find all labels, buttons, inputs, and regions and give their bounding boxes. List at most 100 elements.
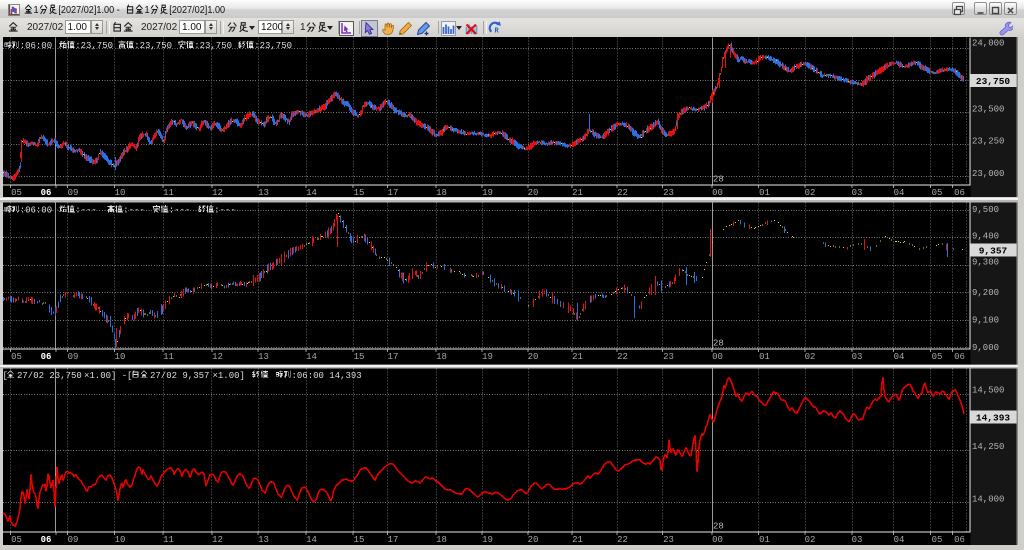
svg-text:28: 28 xyxy=(713,175,724,185)
svg-text:09: 09 xyxy=(68,352,79,362)
svg-text:12: 12 xyxy=(212,188,223,198)
svg-text:21: 21 xyxy=(572,352,583,362)
svg-text:22: 22 xyxy=(617,352,628,362)
svg-text:15: 15 xyxy=(354,352,365,362)
svg-text:23,750: 23,750 xyxy=(976,76,1011,87)
svg-text:14: 14 xyxy=(306,352,317,362)
svg-text:27/02 9,357: 27/02 9,357 xyxy=(150,371,209,381)
svg-text:20: 20 xyxy=(528,535,539,545)
svg-text:00: 00 xyxy=(712,352,723,362)
svg-text:14,000: 14,000 xyxy=(972,495,1004,505)
svg-text:9,300: 9,300 xyxy=(972,258,999,268)
svg-text:02: 02 xyxy=(805,535,816,545)
svg-text:13: 13 xyxy=(258,352,269,362)
svg-text:28: 28 xyxy=(713,522,724,532)
svg-text:17: 17 xyxy=(388,188,399,198)
svg-text::---: :--- xyxy=(214,206,236,216)
svg-text:06: 06 xyxy=(954,535,965,545)
svg-text:15: 15 xyxy=(354,535,365,545)
svg-text:20: 20 xyxy=(528,352,539,362)
svg-text:13: 13 xyxy=(258,188,269,198)
svg-text:[: [ xyxy=(127,371,132,381)
svg-text::23,750: :23,750 xyxy=(254,41,292,51)
svg-text:15: 15 xyxy=(354,188,365,198)
svg-text:06: 06 xyxy=(41,352,52,362)
svg-text:14: 14 xyxy=(306,188,317,198)
svg-text:05: 05 xyxy=(11,188,22,198)
svg-text:00: 00 xyxy=(712,188,723,198)
svg-text:06: 06 xyxy=(954,188,965,198)
svg-text::06:00 14,393: :06:00 14,393 xyxy=(292,371,362,381)
svg-text:03: 03 xyxy=(852,352,863,362)
svg-text:18: 18 xyxy=(436,188,447,198)
svg-text::23,750: :23,750 xyxy=(75,41,113,51)
svg-text:01: 01 xyxy=(759,535,770,545)
svg-text:14: 14 xyxy=(306,535,317,545)
svg-text:09: 09 xyxy=(68,188,79,198)
svg-text:20: 20 xyxy=(528,188,539,198)
svg-text:19: 19 xyxy=(482,188,493,198)
svg-text:11: 11 xyxy=(163,535,174,545)
svg-text:17: 17 xyxy=(388,535,399,545)
svg-text:10: 10 xyxy=(115,352,126,362)
svg-text::---: :--- xyxy=(75,206,97,216)
svg-text:21: 21 xyxy=(572,535,583,545)
svg-text:05: 05 xyxy=(11,352,22,362)
svg-text:05: 05 xyxy=(932,188,943,198)
svg-text::---: :--- xyxy=(169,206,191,216)
svg-text:04: 04 xyxy=(894,535,905,545)
svg-text:12: 12 xyxy=(212,535,223,545)
svg-text:×1.00]: ×1.00] xyxy=(213,371,245,381)
svg-text:05: 05 xyxy=(11,535,22,545)
svg-text:×1.00] -: ×1.00] - xyxy=(84,371,127,381)
svg-text:17: 17 xyxy=(388,352,399,362)
svg-text:11: 11 xyxy=(163,352,174,362)
svg-text:24,000: 24,000 xyxy=(972,39,1004,49)
svg-text::06:00: :06:00 xyxy=(20,206,52,216)
svg-text:23: 23 xyxy=(663,535,674,545)
svg-text:09: 09 xyxy=(68,535,79,545)
svg-text:9,000: 9,000 xyxy=(972,343,999,353)
svg-text:19: 19 xyxy=(482,352,493,362)
svg-text:9,200: 9,200 xyxy=(972,288,999,298)
svg-text:06: 06 xyxy=(41,535,52,545)
svg-text:04: 04 xyxy=(894,352,905,362)
svg-text:23,000: 23,000 xyxy=(972,169,1004,179)
svg-text:27/02 23,750: 27/02 23,750 xyxy=(17,371,82,381)
svg-text:12: 12 xyxy=(212,352,223,362)
svg-text:21: 21 xyxy=(572,188,583,198)
svg-text:22: 22 xyxy=(617,535,628,545)
svg-text:06: 06 xyxy=(41,188,52,198)
svg-text:02: 02 xyxy=(805,352,816,362)
svg-text:22: 22 xyxy=(617,188,628,198)
svg-text:23,500: 23,500 xyxy=(972,105,1004,115)
svg-text:9,100: 9,100 xyxy=(972,316,999,326)
svg-text:9,500: 9,500 xyxy=(972,205,999,215)
svg-text:05: 05 xyxy=(932,352,943,362)
svg-text:23,250: 23,250 xyxy=(972,137,1004,147)
svg-text:23: 23 xyxy=(663,352,674,362)
svg-text:00: 00 xyxy=(712,535,723,545)
svg-text:9,400: 9,400 xyxy=(972,232,999,242)
svg-text::---: :--- xyxy=(123,206,145,216)
svg-text:04: 04 xyxy=(894,188,905,198)
svg-text:18: 18 xyxy=(436,352,447,362)
svg-text:01: 01 xyxy=(759,352,770,362)
svg-text:14,500: 14,500 xyxy=(972,386,1004,396)
svg-text:14,250: 14,250 xyxy=(972,442,1004,452)
svg-text:28: 28 xyxy=(713,339,724,349)
svg-text:05: 05 xyxy=(932,535,943,545)
svg-text:01: 01 xyxy=(759,188,770,198)
svg-text::23,750: :23,750 xyxy=(194,41,232,51)
svg-text:[: [ xyxy=(3,371,8,381)
svg-text:13: 13 xyxy=(258,535,269,545)
svg-text:03: 03 xyxy=(852,188,863,198)
svg-text:11: 11 xyxy=(163,188,174,198)
svg-text:03: 03 xyxy=(852,535,863,545)
svg-text:10: 10 xyxy=(115,188,126,198)
svg-text:10: 10 xyxy=(115,535,126,545)
svg-text::06:00: :06:00 xyxy=(20,41,52,51)
svg-text:23: 23 xyxy=(663,188,674,198)
svg-text:9,357: 9,357 xyxy=(979,246,1008,257)
svg-text:19: 19 xyxy=(482,535,493,545)
